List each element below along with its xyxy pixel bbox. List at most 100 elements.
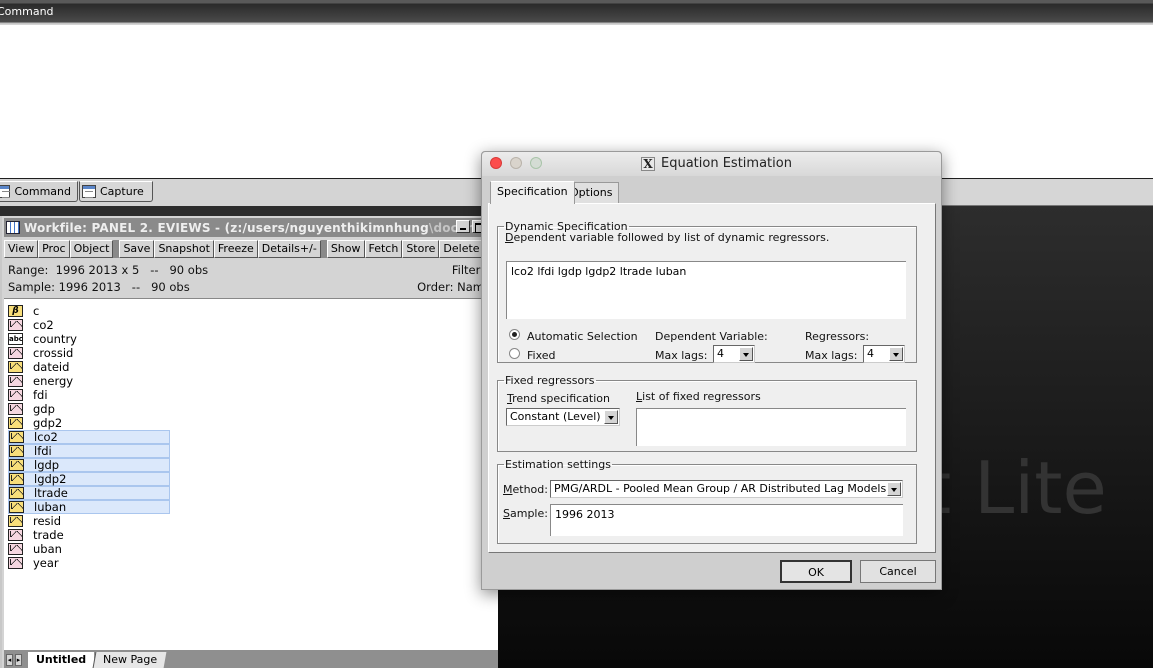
series-icon	[9, 501, 24, 513]
proc-button[interactable]: Proc	[38, 240, 70, 258]
workfile-object-item[interactable]: trade	[8, 528, 168, 542]
workfile-object-item[interactable]: ltrade	[8, 486, 170, 500]
workfile-object-item[interactable]: lgdp2	[8, 472, 170, 486]
chevron-down-icon[interactable]	[889, 347, 903, 361]
method-select[interactable]: PMG/ARDL - Pooled Mean Group / AR Distri…	[550, 480, 903, 498]
series-icon	[9, 431, 24, 443]
workfile-object-item[interactable]: lgdp	[8, 458, 170, 472]
fetch-button[interactable]: Fetch	[364, 240, 403, 258]
fixed-radio[interactable]	[509, 348, 520, 359]
workfile-object-list: β c co2 abc country crossid dateid energy fdi gdp…	[4, 298, 498, 650]
page-tab-new-page[interactable]: New Page	[92, 652, 167, 668]
right-strip	[940, 178, 1153, 206]
workfile-object-name: fdi	[33, 388, 48, 402]
automatic-selection-label[interactable]: Automatic Selection	[527, 330, 638, 343]
method-label: Method:	[503, 483, 548, 496]
reg-max-lags-value: 4	[867, 347, 874, 360]
workfile-object-name: trade	[33, 528, 64, 542]
chevron-down-icon[interactable]	[604, 410, 618, 424]
delete-button[interactable]: Delete	[439, 240, 484, 258]
minimize-button[interactable]	[456, 220, 470, 233]
page-tab-untitled[interactable]: Untitled	[28, 652, 95, 668]
workfile-titlebar[interactable]: Workfile: PANEL 2. EVIEWS - (z:/users/ng…	[4, 218, 498, 237]
workfile-order[interactable]: Order: Nam	[417, 280, 484, 294]
sample-input[interactable]: 1996 2013	[550, 504, 903, 536]
tab-command-label: Command	[14, 185, 71, 198]
workfile-object-item[interactable]: co2	[8, 318, 168, 332]
series-icon	[8, 319, 23, 331]
workfile-object-name: lfdi	[34, 444, 52, 458]
close-button[interactable]	[490, 157, 502, 169]
coefficient-vector-icon: β	[8, 305, 23, 317]
workfile-object-item[interactable]: gdp2	[8, 416, 168, 430]
workfile-object-name: dateid	[33, 360, 70, 374]
dynamic-instruction: Dependent variable followed by list of d…	[505, 231, 830, 244]
page-scroll-left-icon[interactable]: ◂	[6, 654, 13, 666]
series-icon	[9, 445, 24, 457]
view-button[interactable]: View	[4, 240, 39, 258]
trend-specification-label: Trend specification	[507, 392, 610, 405]
workfile-object-item[interactable]: abc country	[8, 332, 168, 346]
series-icon	[8, 375, 23, 387]
workfile-object-item[interactable]: βc	[8, 304, 168, 318]
workfile-object-item[interactable]: fdi	[8, 388, 168, 402]
workfile-object-item[interactable]: lfdi	[8, 444, 170, 458]
command-window-title: Command	[0, 5, 54, 18]
dialog-titlebar[interactable]: X Equation Estimation	[482, 152, 941, 176]
workfile-object-item[interactable]: crossid	[8, 346, 168, 360]
details-button[interactable]: Details+/-	[257, 240, 321, 258]
chevron-down-icon[interactable]	[887, 482, 901, 496]
dynamic-equation-input[interactable]: lco2 lfdi lgdp lgdp2 ltrade luban	[506, 261, 906, 319]
workfile-object-name: lgdp	[34, 458, 60, 472]
tab-command[interactable]: Command	[0, 181, 78, 202]
tab-capture[interactable]: Capture	[79, 181, 153, 202]
workfile-window: Workfile: PANEL 2. EVIEWS - (z:/users/ng…	[0, 216, 551, 668]
series-icon	[8, 347, 23, 359]
dep-max-lags-select[interactable]: 4	[713, 345, 755, 363]
automatic-selection-radio[interactable]	[509, 329, 520, 340]
estimation-settings-legend: Estimation settings	[505, 458, 611, 471]
workfile-object-name: gdp2	[33, 416, 63, 430]
save-button[interactable]: Save	[119, 240, 155, 258]
workfile-object-item[interactable]: gdp	[8, 402, 168, 416]
workfile-object-item[interactable]: dateid	[8, 360, 168, 374]
fixed-regressors-input[interactable]	[636, 408, 906, 446]
workfile-object-item[interactable]: energy	[8, 374, 168, 388]
object-button[interactable]: Object	[69, 240, 114, 258]
workfile-object-item[interactable]: lco2	[8, 430, 170, 444]
store-button[interactable]: Store	[402, 240, 440, 258]
cancel-button[interactable]: Cancel	[860, 560, 936, 583]
workfile-object-name: co2	[33, 318, 54, 332]
reg-max-lags-select[interactable]: 4	[863, 345, 905, 363]
series-icon	[8, 361, 23, 373]
snapshot-button[interactable]: Snapshot	[154, 240, 214, 258]
show-button[interactable]: Show	[326, 240, 365, 258]
workfile-object-name: country	[33, 332, 77, 346]
workfile-object-item[interactable]: year	[8, 556, 168, 570]
page-tab-new-page-label: New Page	[103, 653, 158, 666]
workfile-object-name: c	[33, 304, 40, 318]
fixed-regressors-legend: Fixed regressors	[505, 374, 595, 387]
series-icon	[8, 529, 23, 541]
workfile-object-item[interactable]: uban	[8, 542, 168, 556]
page-scroll-right-icon[interactable]: ▸	[15, 654, 22, 666]
workfile-object-name: crossid	[33, 346, 74, 360]
series-icon	[8, 515, 23, 527]
sample-label: Sample:	[503, 507, 548, 520]
dep-max-lags-label: Max lags:	[655, 349, 708, 362]
zoom-button-disabled	[530, 157, 542, 169]
chevron-down-icon[interactable]	[739, 347, 753, 361]
workfile-sample[interactable]: Sample: 1996 2013 -- 90 obs	[8, 280, 190, 294]
workfile-filter[interactable]: Filter:	[452, 263, 484, 277]
tab-specification[interactable]: Specification	[490, 181, 575, 204]
workfile-object-item[interactable]: resid	[8, 514, 168, 528]
command-window-icon	[0, 185, 11, 198]
method-value: PMG/ARDL - Pooled Mean Group / AR Distri…	[554, 482, 887, 495]
freeze-button[interactable]: Freeze	[213, 240, 258, 258]
workfile-object-item[interactable]: luban	[8, 500, 170, 514]
trend-specification-select[interactable]: Constant (Level)	[506, 408, 620, 426]
fixed-label[interactable]: Fixed	[527, 349, 556, 362]
series-icon	[8, 403, 23, 415]
ok-button[interactable]: OK	[780, 560, 852, 583]
workfile-range[interactable]: Range: 1996 2013 x 5 -- 90 obs	[8, 263, 208, 277]
